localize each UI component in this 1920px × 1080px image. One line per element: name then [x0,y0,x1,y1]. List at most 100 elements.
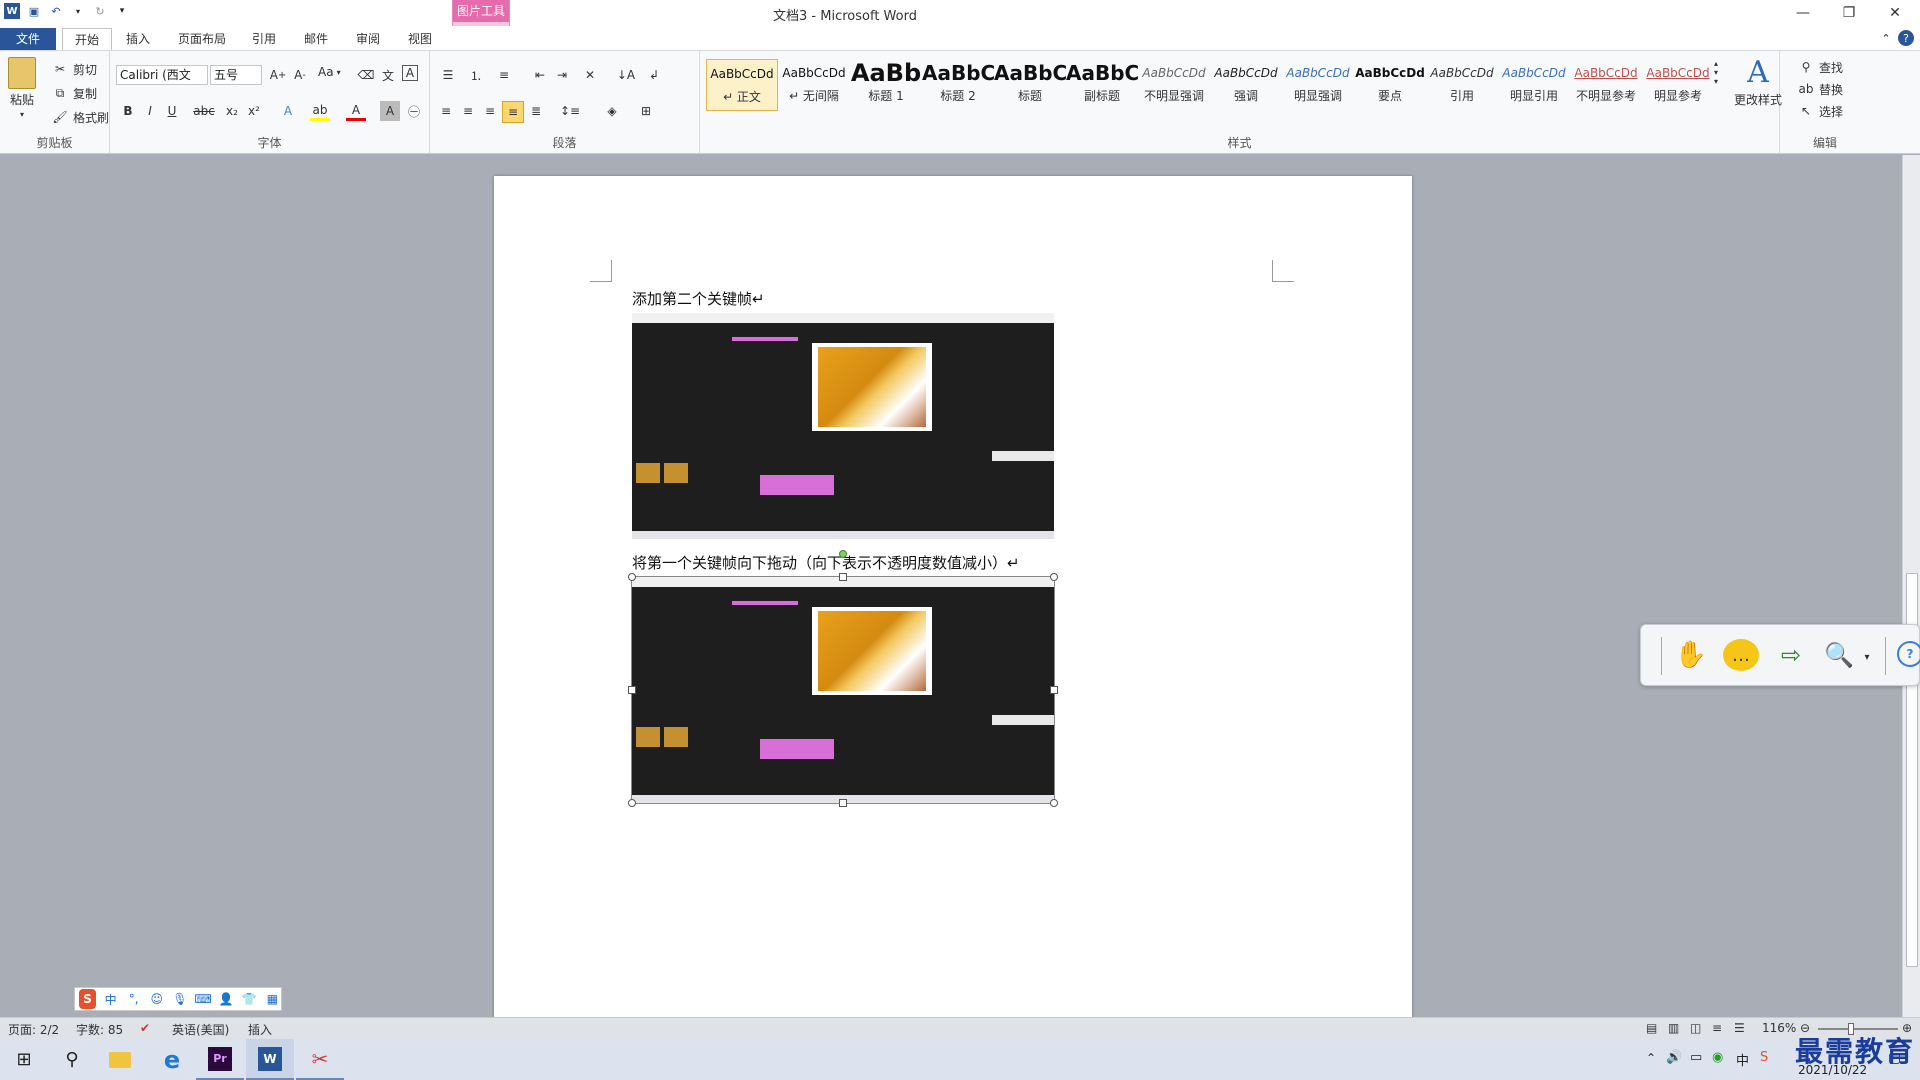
page-count[interactable]: 页面: 2/2 [8,1021,59,1038]
sogou-tray-icon[interactable]: S [1760,1050,1768,1065]
underline-button[interactable]: U [162,101,182,121]
word-button[interactable]: W [246,1039,294,1080]
web-layout-icon[interactable]: ◫ [1690,1021,1701,1035]
edge-button[interactable]: e [148,1039,196,1080]
phonetic-guide-button[interactable]: 文 [378,65,398,85]
style-item[interactable]: AaBbC 副标题 [1066,59,1138,111]
zoom-icon[interactable]: 🔍 [1821,639,1857,671]
chinese-layout-button[interactable]: ✕ [580,65,600,85]
security-icon[interactable]: ◉ [1712,1050,1723,1065]
font-size-select[interactable]: 五号 [210,65,262,85]
resize-handle-tr[interactable] [1050,573,1058,581]
style-item[interactable]: AaBbC 标题 2 [922,59,994,111]
tab-mailings[interactable]: 邮件 [292,28,340,50]
bullets-button[interactable]: ☰ [438,65,458,85]
restore-button[interactable]: ❐ [1826,0,1872,26]
char-border-button[interactable]: A [402,65,418,81]
user-icon[interactable]: 👤 [218,989,235,1009]
line-spacing-button[interactable]: ↕≡ [560,101,580,121]
highlight-button[interactable]: ab [310,101,330,121]
skin-icon[interactable]: 👕 [241,989,258,1009]
style-item[interactable]: AaBb 标题 1 [850,59,922,111]
change-case-button[interactable]: Aa ▾ [318,65,341,79]
tab-page-layout[interactable]: 页面布局 [166,28,238,50]
font-name-select[interactable]: Calibri (西文 [116,65,208,85]
paragraph-add-keyframe[interactable]: 添加第二个关键帧↵ [632,288,765,309]
screenshot-tool-button[interactable]: ✂ [296,1039,344,1080]
comment-icon[interactable]: … [1723,639,1759,671]
proofing-icon[interactable]: ✔ [140,1021,150,1035]
outline-icon[interactable]: ≡ [1712,1021,1722,1035]
draft-icon[interactable]: ☰ [1734,1021,1745,1035]
resize-handle-right[interactable] [1050,686,1058,694]
file-explorer-button[interactable] [96,1039,144,1080]
align-right-button[interactable]: ≡ [480,101,500,121]
tab-file[interactable]: 文件 [0,28,56,50]
numbering-button[interactable]: ⒈ [466,65,486,85]
style-item[interactable]: AaBbCcDd 要点 [1354,59,1426,111]
replace-button[interactable]: ab 替换 [1796,79,1844,99]
help-icon[interactable]: ? [1897,641,1920,667]
network-icon[interactable]: ▭ [1690,1050,1702,1065]
paragraph-drag-keyframe[interactable]: 将第一个关键帧向下拖动（向下表示不透明度数值减小）↵ [632,552,1020,573]
inserted-image-1[interactable] [632,313,1054,539]
resize-handle-bl[interactable] [628,799,636,807]
hand-icon[interactable]: ✋ [1675,639,1707,671]
toolbox-icon[interactable]: ▦ [264,989,281,1009]
text-effects-button[interactable]: A [278,101,298,121]
shading-button[interactable]: ◈ [602,101,622,121]
cut-button[interactable]: ✂ 剪切 [50,59,97,79]
help-icon[interactable]: ? [1898,30,1914,46]
premiere-button[interactable]: Pr [196,1039,244,1080]
resize-handle-br[interactable] [1050,799,1058,807]
style-item[interactable]: AaBbCcDd 强调 [1210,59,1282,111]
format-painter-button[interactable]: 🖌 格式刷 [50,107,109,127]
zoom-level[interactable]: 116% [1762,1021,1796,1035]
search-button[interactable]: ⚲ [48,1039,96,1080]
keyboard-icon[interactable]: ⌨ [194,989,211,1009]
multilevel-list-button[interactable]: ≡ [494,65,514,85]
clear-format-button[interactable]: ⌫ [356,65,376,85]
grow-font-button[interactable]: A + [268,65,288,85]
tab-home[interactable]: 开始 [62,28,113,50]
justify-button[interactable]: ≡ [502,101,524,123]
enclose-char-button[interactable]: ㊀ [404,101,424,121]
superscript-button[interactable]: x² [244,101,264,121]
resize-handle-top[interactable] [839,573,847,581]
select-button[interactable]: ↖ 选择 [1796,101,1843,121]
distributed-button[interactable]: ≣ [526,101,546,121]
show-marks-button[interactable]: ↲ [644,65,664,85]
increase-indent-button[interactable]: ⇥ [552,65,572,85]
ribbon-collapse-icon[interactable]: ⌃ [1878,30,1894,46]
decrease-indent-button[interactable]: ⇤ [530,65,550,85]
style-item[interactable]: AaBbC 标题 [994,59,1066,111]
volume-icon[interactable]: 🔊 [1666,1050,1682,1065]
style-item[interactable]: AaBbCcDd ↵ 正文 [706,59,778,111]
export-icon[interactable]: ⇨ [1773,639,1809,671]
strikethrough-button[interactable]: abc [193,101,215,121]
print-layout-icon[interactable]: ▤ [1646,1021,1657,1035]
paste-button[interactable]: 粘贴 ▾ [8,57,36,119]
chinese-mode-icon[interactable]: 中 [102,989,119,1009]
style-item[interactable]: AaBbCcDd 明显引用 [1498,59,1570,111]
vertical-scrollbar[interactable] [1902,155,1920,1017]
language-status[interactable]: 英语(美国) [172,1021,229,1038]
styles-scroll[interactable]: ▴ ▾ ▾ [1714,59,1718,86]
font-color-button[interactable]: A [346,101,366,121]
ime-tray-icon[interactable]: 中 [1736,1050,1749,1069]
resize-handle-tl[interactable] [628,573,636,581]
find-button[interactable]: ⚲ 查找 [1796,57,1843,77]
italic-button[interactable]: I [140,101,160,121]
resize-handle-bottom[interactable] [839,799,847,807]
tab-review[interactable]: 审阅 [344,28,392,50]
copy-button[interactable]: ⧉ 复制 [50,83,97,103]
tray-chevron-icon[interactable]: ⌃ [1646,1051,1656,1065]
resize-handle-left[interactable] [628,686,636,694]
rotate-handle[interactable] [839,550,847,558]
word-count[interactable]: 字数: 85 [76,1021,123,1038]
document-page[interactable]: 添加第二个关键帧↵ 将第一个关键帧向下拖动（向下表示不透明度数值减小）↵ [494,176,1412,1018]
chevron-down-icon[interactable]: ▾ [1857,647,1877,667]
char-shading-button[interactable]: A [380,101,400,121]
inserted-image-2-selected[interactable] [631,576,1055,804]
tab-references[interactable]: 引用 [240,28,288,50]
